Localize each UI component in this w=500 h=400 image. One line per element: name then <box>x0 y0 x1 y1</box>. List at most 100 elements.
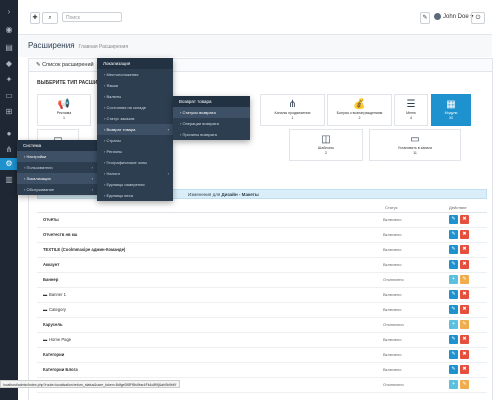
info-highlight: Дизайн - Макеты <box>221 192 259 197</box>
tile-count: 2 <box>325 151 327 155</box>
tile-count: 4 <box>410 116 412 120</box>
menu-item[interactable]: › Локализация › <box>17 173 97 184</box>
row-status: Отключено <box>383 382 404 387</box>
menu-item[interactable]: › Обслуживание › <box>17 184 97 195</box>
logout-button[interactable]: ⏻ <box>471 12 485 24</box>
edit-button[interactable]: ✎ <box>449 335 458 344</box>
chart-icon[interactable]: ▥ <box>3 174 15 186</box>
table-row: Категории Включено ✎ ✖ <box>37 348 487 363</box>
menu-item[interactable]: › Географические зоны <box>97 157 173 168</box>
menu-item[interactable]: › Страны <box>97 135 173 146</box>
uninstall-button[interactable]: ✖ <box>460 230 469 239</box>
cart-icon[interactable]: ⊞ <box>3 106 15 118</box>
menu-item-label: Пользователи <box>26 165 53 170</box>
edit-button[interactable]: ✎ <box>449 305 458 314</box>
uninstall-button[interactable]: ✖ <box>460 245 469 254</box>
install-button[interactable]: + <box>449 275 458 284</box>
user-icon[interactable]: ● <box>3 128 15 140</box>
desktop-icon[interactable]: ▭ <box>3 90 15 102</box>
table-row: Категории Блога Включено ✎ ✖ <box>37 363 487 378</box>
share-icon[interactable]: ⋔ <box>3 144 15 156</box>
row-status: Отключено <box>383 277 404 282</box>
menu-item[interactable]: › Единицы веса <box>97 190 173 201</box>
row-name: Отчёты <box>43 217 59 222</box>
uninstall-button[interactable]: ✖ <box>460 335 469 344</box>
menu-item[interactable]: › Операции возврата <box>173 118 250 129</box>
dashboard-icon[interactable]: ◉ <box>3 24 15 36</box>
row-name: Категории Блога <box>43 367 78 372</box>
table-row: ▬ Category Включено ✎ ✖ <box>37 303 487 318</box>
uninstall-button[interactable]: ✖ <box>460 260 469 269</box>
menu-item[interactable]: › Состояния на складе <box>97 102 173 113</box>
edit-button[interactable]: ✎ <box>449 365 458 374</box>
uninstall-button[interactable]: ✖ <box>460 305 469 314</box>
extension-type-tile[interactable]: 📢 Реклама 1 <box>37 94 91 126</box>
extension-type-tile[interactable]: ⋔ Каналы продвижения 1 <box>260 94 325 126</box>
menu-item-label: Языки <box>106 83 119 88</box>
install-button[interactable]: + <box>449 320 458 329</box>
tile-count: 2 <box>358 116 361 120</box>
menu-item[interactable]: › Статус заказов <box>97 113 173 124</box>
search-icon: ⌕ <box>48 15 52 21</box>
top-bar: ✚ ⌕ Поиск ✎ John Doe ▾ ⏻ <box>18 0 492 35</box>
menu-item[interactable]: › Регионы <box>97 146 173 157</box>
extension-type-tile[interactable]: ◫ Шаблоны 2 <box>289 129 363 161</box>
row-status: Включено <box>383 352 402 357</box>
breadcrumb[interactable]: Главная Расширения <box>79 44 129 50</box>
edit-button[interactable]: ✎ <box>460 320 469 329</box>
row-name: TEXTILE (Coolmmasipe админ-Команде) <box>43 247 126 252</box>
extension-type-tile[interactable]: ▦ Модули 30 <box>431 94 471 126</box>
left-rail: › ◉ ▤ ◆ ✦ ▭ ⊞ ● ⋔ ⚙ ▥ <box>0 0 18 400</box>
tile-count: 30 <box>449 116 453 120</box>
install-button[interactable]: + <box>449 380 458 389</box>
uninstall-button[interactable]: ✖ <box>460 350 469 359</box>
edit-button[interactable]: ✎ <box>460 275 469 284</box>
template-icon: ◫ <box>321 134 331 145</box>
edit-button[interactable]: ✎ <box>449 230 458 239</box>
tile-count: 1 <box>63 116 65 120</box>
row-status: Включено <box>383 292 402 297</box>
add-button[interactable]: ✚ <box>30 12 40 24</box>
menu-item[interactable]: › Местоположения <box>97 69 173 80</box>
table-row: ▬ Home Page Включено ✎ ✖ <box>37 333 487 348</box>
brush-button[interactable]: ✎ <box>420 12 430 24</box>
user-menu[interactable]: John Doe ▾ <box>434 11 473 23</box>
edit-button[interactable]: ✎ <box>449 245 458 254</box>
catalog-icon[interactable]: ▤ <box>3 42 15 54</box>
row-status: Включено <box>383 217 402 222</box>
folder-icon: ▬ <box>43 307 48 312</box>
menu-item[interactable]: › Пользователи › <box>17 162 97 173</box>
uninstall-button[interactable]: ✖ <box>460 290 469 299</box>
menu-item[interactable]: › Валюты <box>97 91 173 102</box>
extension-type-tile[interactable]: ▭ Установить в записи 11 <box>369 129 461 161</box>
system-flyout-menu: Система › Настройки › Пользователи › › Лока… <box>17 140 97 195</box>
menu-item[interactable]: › Причины возврата <box>173 129 250 140</box>
edit-button[interactable]: ✎ <box>460 380 469 389</box>
extension-type-tile[interactable]: ☰ Меню 4 <box>394 94 428 126</box>
edit-button[interactable]: ✎ <box>449 290 458 299</box>
puzzle-icon[interactable]: ✦ <box>3 74 15 86</box>
menu-item[interactable]: › Настройки <box>17 151 97 162</box>
menu-item[interactable]: › Языки <box>97 80 173 91</box>
edit-button[interactable]: ✎ <box>449 260 458 269</box>
tag-icon[interactable]: ◆ <box>3 58 15 70</box>
search-input[interactable]: Поиск <box>62 12 122 22</box>
settings-icon[interactable]: ⚙ <box>0 158 18 170</box>
menu-item-label: Операции возврата <box>182 121 219 126</box>
menu-item[interactable]: › Возврат товара › <box>97 124 173 135</box>
menu-item[interactable]: › Налоги › <box>97 168 173 179</box>
edit-button[interactable]: ✎ <box>449 215 458 224</box>
uninstall-button[interactable]: ✖ <box>460 215 469 224</box>
menu-item[interactable]: › Статусы возврата <box>173 107 250 118</box>
chevron-right-icon[interactable]: › <box>3 6 15 18</box>
row-name: Аккаунт <box>43 262 60 267</box>
row-status: Включено <box>383 367 402 372</box>
edit-button[interactable]: ✎ <box>449 350 458 359</box>
menu-item[interactable]: › Единицы измерения <box>97 179 173 190</box>
row-status: Включено <box>383 307 402 312</box>
row-name: Banner 1 <box>49 292 66 297</box>
extension-type-tile[interactable]: 💰 Бонусы к вознаграждениям 2 <box>327 94 392 126</box>
search-dropdown-button[interactable]: ⌕ <box>42 12 58 24</box>
uninstall-button[interactable]: ✖ <box>460 365 469 374</box>
system-menu-heading: Система <box>17 140 97 151</box>
